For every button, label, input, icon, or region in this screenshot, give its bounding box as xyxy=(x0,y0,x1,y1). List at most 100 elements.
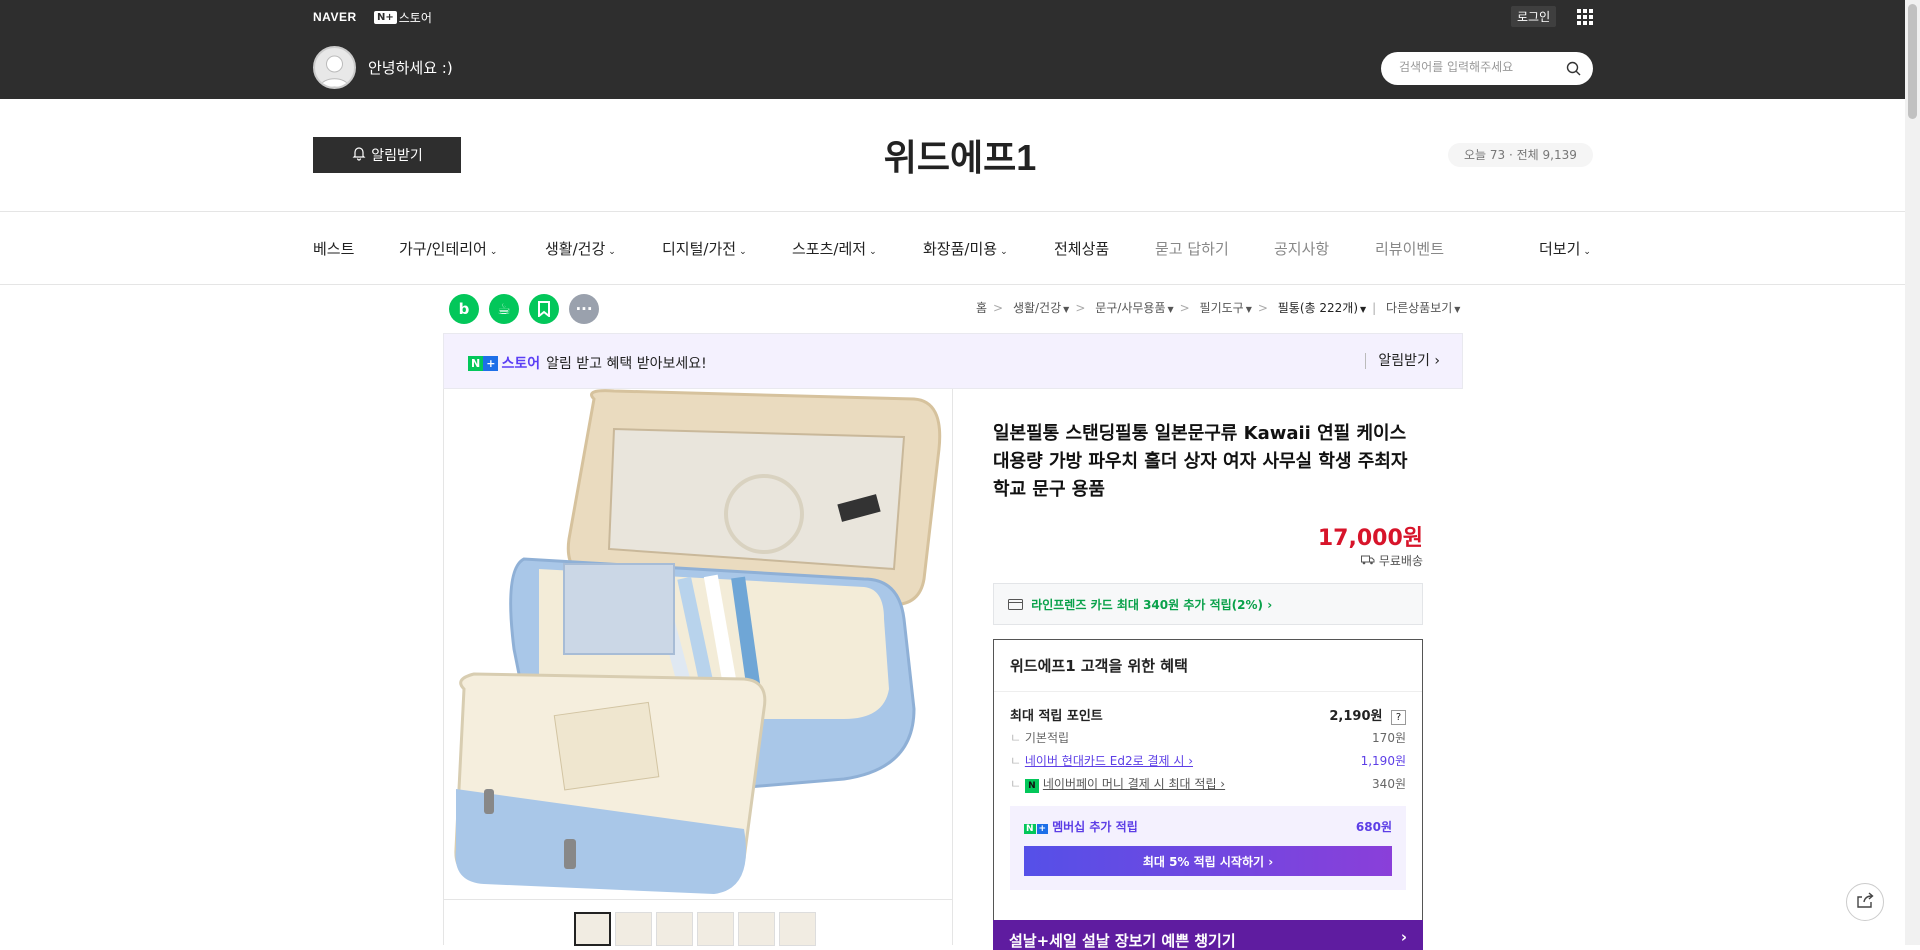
breadcrumb-cat4[interactable]: 필통(총 222개) ▼ xyxy=(1278,301,1366,315)
nav-furniture[interactable]: 가구/인테리어 ⌄ xyxy=(399,238,497,259)
base-points-value: 170원 xyxy=(1372,731,1406,745)
image-divider xyxy=(444,899,952,900)
avatar[interactable] xyxy=(313,46,356,89)
nav-sports[interactable]: 스포츠/레저 ⌄ xyxy=(792,238,877,259)
thumbnail-strip xyxy=(574,912,816,946)
help-icon[interactable]: ? xyxy=(1391,710,1406,725)
thumbnail[interactable] xyxy=(615,912,652,946)
shipping-info: 무료배송 xyxy=(1361,552,1423,569)
membership-label: 멤버십 추가 적립 xyxy=(1052,820,1138,834)
bookmark-icon[interactable] xyxy=(529,294,559,324)
scrollbar-thumb[interactable] xyxy=(1908,4,1917,119)
card-promo-box[interactable]: 라인프렌즈 카드 최대 340원 추가 적립(2%) › xyxy=(993,583,1423,625)
page-scrollbar[interactable] xyxy=(1905,0,1920,945)
max-points-value-wrap: 2,190원 ? xyxy=(1329,705,1406,725)
login-button[interactable]: 로그인 xyxy=(1511,6,1557,27)
nav-cosmetics[interactable]: 화장품/미용 ⌄ xyxy=(923,238,1008,259)
search-box[interactable] xyxy=(1381,52,1593,85)
chevron-right-icon: › xyxy=(1400,928,1407,946)
more-icon[interactable]: ··· xyxy=(569,294,599,324)
thumbnail[interactable] xyxy=(697,912,734,946)
search-icon[interactable] xyxy=(1566,61,1581,80)
breadcrumb-cat3[interactable]: 필기도구 ▼ xyxy=(1200,301,1252,315)
cafe-icon[interactable]: ☕ xyxy=(489,294,519,324)
shipping-text: 무료배송 xyxy=(1378,554,1423,568)
nplus-logo-n: N xyxy=(468,355,484,371)
breadcrumb-cat2[interactable]: 문구/사무용품 ▼ xyxy=(1095,301,1173,315)
chevron-down-icon: ⌄ xyxy=(869,247,877,257)
membership-box: N + 멤버십 추가 적립 680원 최대 5% 적립 시작하기 › xyxy=(1010,806,1406,890)
benefit-box: 위드에프1 고객을 위한 혜택 최대 적립 포인트 2,190원 ? ㄴ 기본적… xyxy=(993,639,1423,929)
share-button[interactable] xyxy=(1846,883,1884,921)
credit-card-icon xyxy=(1008,598,1023,613)
chevron-down-icon: ⌄ xyxy=(1583,247,1591,257)
nav-living-health[interactable]: 생활/건강 ⌄ xyxy=(545,238,616,259)
pay-points-value: 340원 xyxy=(1372,777,1406,791)
base-points-row: ㄴ 기본적립 170원 xyxy=(1010,731,1406,745)
chevron-down-icon: ⌄ xyxy=(1000,247,1008,257)
top-bar: NAVER N+ 스토어 로그인 안녕하세요 :) xyxy=(0,0,1920,99)
nstore-logo-text: 스토어 xyxy=(398,11,432,25)
breadcrumb: 홈 > 생활/건강 ▼ > 문구/사무용품 ▼ > 필기도구 ▼ > 필통(총 222개) ▼ |… xyxy=(976,301,1461,315)
membership-start-button[interactable]: 최대 5% 적립 시작하기 › xyxy=(1024,846,1392,876)
pay-points-link[interactable]: 네이버페이 머니 결제 시 최대 적립 › xyxy=(1043,777,1225,791)
max-points-label: 최대 적립 포인트 xyxy=(1010,709,1103,724)
nplus-logo-plus: + xyxy=(483,355,499,371)
promo-alarm-link[interactable]: 알림받기 › xyxy=(1365,353,1440,369)
search-input[interactable] xyxy=(1399,60,1559,74)
visitor-count: 오늘 73 · 전체 9,139 xyxy=(1448,143,1593,167)
breadcrumb-home[interactable]: 홈 xyxy=(976,301,987,315)
nav-all-products[interactable]: 전체상품 xyxy=(1054,238,1109,259)
product-image-pane xyxy=(443,389,953,946)
breadcrumb-other-products[interactable]: 다른상품보기 ▼ xyxy=(1386,301,1460,315)
membership-value: 680원 xyxy=(1355,820,1392,834)
card-points-value: 1,190원 xyxy=(1360,754,1406,768)
blog-icon[interactable]: b xyxy=(449,294,479,324)
breadcrumb-cat1[interactable]: 생활/건강 ▼ xyxy=(1013,301,1069,315)
nav-more[interactable]: 더보기 ⌄ xyxy=(1539,238,1591,259)
base-points-label: 기본적립 xyxy=(1024,731,1070,745)
card-promo-text: 라인프렌즈 카드 최대 340원 추가 적립(2%) › xyxy=(1031,598,1273,612)
benefit-title: 위드에프1 고객을 위한 혜택 xyxy=(994,640,1422,692)
product-title: 일본필통 스탠딩필통 일본문구류 Kawaii 연필 케이스 대용량 가방 파우… xyxy=(993,423,1408,500)
event-banner[interactable]: 설날+세일 설날 장보기 예쁜 챙기기 › xyxy=(993,920,1423,950)
membership-row: N + 멤버십 추가 적립 680원 xyxy=(1024,820,1392,834)
promo-store-label: 스토어 xyxy=(501,356,541,372)
nav-notice[interactable]: 공지사항 xyxy=(1274,238,1329,259)
thumbnail[interactable] xyxy=(738,912,775,946)
promo-message: N + 스토어 알림 받고 혜택 받아보세요! xyxy=(468,353,707,373)
greeting-text: 안녕하세요 :) xyxy=(368,59,453,77)
product-info: 일본필통 스탠딩필통 일본문구류 Kawaii 연필 케이스 대용량 가방 파우… xyxy=(993,420,1423,950)
promo-text: 알림 받고 혜택 받아보세요! xyxy=(546,356,707,372)
thumbnail[interactable] xyxy=(656,912,693,946)
thumbnail[interactable] xyxy=(779,912,816,946)
chevron-down-icon: ⌄ xyxy=(739,247,747,257)
nav-best[interactable]: 베스트 xyxy=(313,238,354,259)
naver-logo[interactable]: NAVER xyxy=(313,10,357,24)
share-icon xyxy=(1856,892,1874,912)
store-header: 알림받기 위드에프1 오늘 73 · 전체 9,139 xyxy=(0,99,1920,212)
category-nav: 베스트 가구/인테리어 ⌄ 생활/건강 ⌄ 디지털/가전 ⌄ 스포츠/레저 ⌄ 화장품/… xyxy=(0,212,1920,285)
truck-icon xyxy=(1361,554,1379,568)
nplus-membership-icon: N xyxy=(1024,824,1036,834)
nav-digital[interactable]: 디지털/가전 ⌄ xyxy=(662,238,747,259)
card-points-row: ㄴ 네이버 현대카드 Ed2로 결제 시 › 1,190원 xyxy=(1010,754,1406,768)
product-price: 17,000원 xyxy=(1317,526,1423,551)
nplus-logo-mark: N+ xyxy=(374,11,397,24)
app-grid-icon[interactable] xyxy=(1577,9,1593,25)
card-points-link[interactable]: 네이버 현대카드 Ed2로 결제 시 › xyxy=(1025,754,1193,768)
product-image[interactable] xyxy=(444,389,952,899)
nav-review-event[interactable]: 리뷰이벤트 xyxy=(1375,238,1444,259)
chevron-down-icon: ⌄ xyxy=(608,247,616,257)
event-banner-text: 설날+세일 설날 장보기 예쁜 챙기기 xyxy=(1009,932,1236,950)
store-name[interactable]: 위드에프1 xyxy=(0,129,1920,181)
store-promo-banner: N + 스토어 알림 받고 혜택 받아보세요! 알림받기 › xyxy=(443,333,1463,389)
naver-store-logo[interactable]: N+ 스토어 xyxy=(374,9,432,26)
naverpay-icon: N xyxy=(1024,779,1039,793)
max-points-row: 최대 적립 포인트 2,190원 ? xyxy=(1010,705,1406,725)
max-points-value: 2,190원 xyxy=(1329,709,1383,724)
nav-qna[interactable]: 묻고 답하기 xyxy=(1155,238,1229,259)
chevron-down-icon: ⌄ xyxy=(489,247,498,257)
pay-points-row: ㄴ N 네이버페이 머니 결제 시 최대 적립 › 340원 xyxy=(1010,777,1406,793)
thumbnail[interactable] xyxy=(574,912,611,946)
